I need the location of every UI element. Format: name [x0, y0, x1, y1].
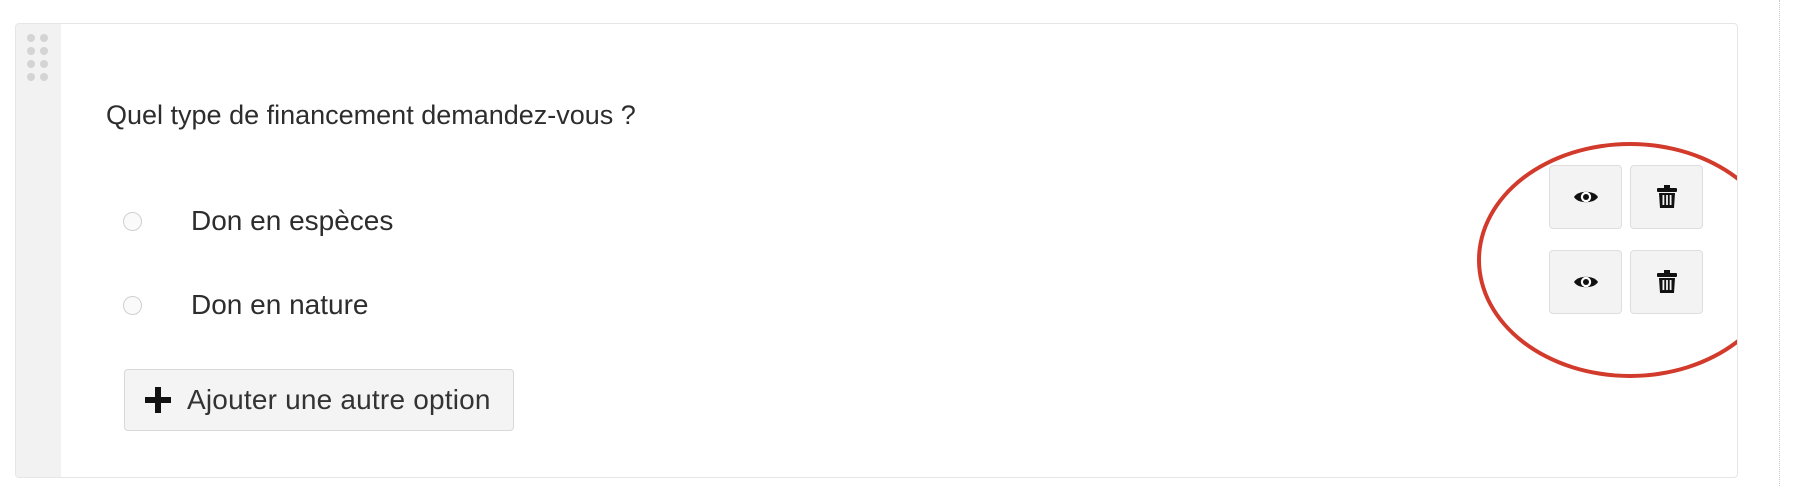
- eye-icon: [1573, 276, 1598, 288]
- add-option-button[interactable]: Ajouter une autre option: [124, 369, 514, 431]
- delete-option-button[interactable]: [1630, 250, 1703, 314]
- question-title: Quel type de financement demandez-vous ?: [106, 100, 636, 130]
- option-label: Don en espèces: [191, 205, 394, 236]
- eye-icon: [1573, 191, 1598, 203]
- toggle-visibility-button[interactable]: [1549, 165, 1622, 229]
- trash-icon: [1656, 185, 1677, 208]
- delete-option-button[interactable]: [1630, 165, 1703, 229]
- plus-icon: [145, 387, 171, 413]
- page: Quel type de financement demandez-vous ?…: [0, 0, 1800, 486]
- question-card: Quel type de financement demandez-vous ?…: [15, 23, 1738, 478]
- toggle-visibility-button[interactable]: [1549, 250, 1622, 314]
- option-label: Don en nature: [191, 289, 369, 320]
- trash-icon: [1656, 270, 1677, 293]
- option-radio[interactable]: [123, 295, 142, 315]
- option-row: Don en espèces: [123, 201, 393, 241]
- add-option-label: Ajouter une autre option: [187, 384, 491, 415]
- page-edge-divider: [1779, 0, 1780, 486]
- option-radio[interactable]: [123, 211, 142, 231]
- drag-dots-icon: [27, 34, 48, 81]
- drag-handle[interactable]: [16, 24, 61, 477]
- option-row: Don en nature: [123, 285, 368, 325]
